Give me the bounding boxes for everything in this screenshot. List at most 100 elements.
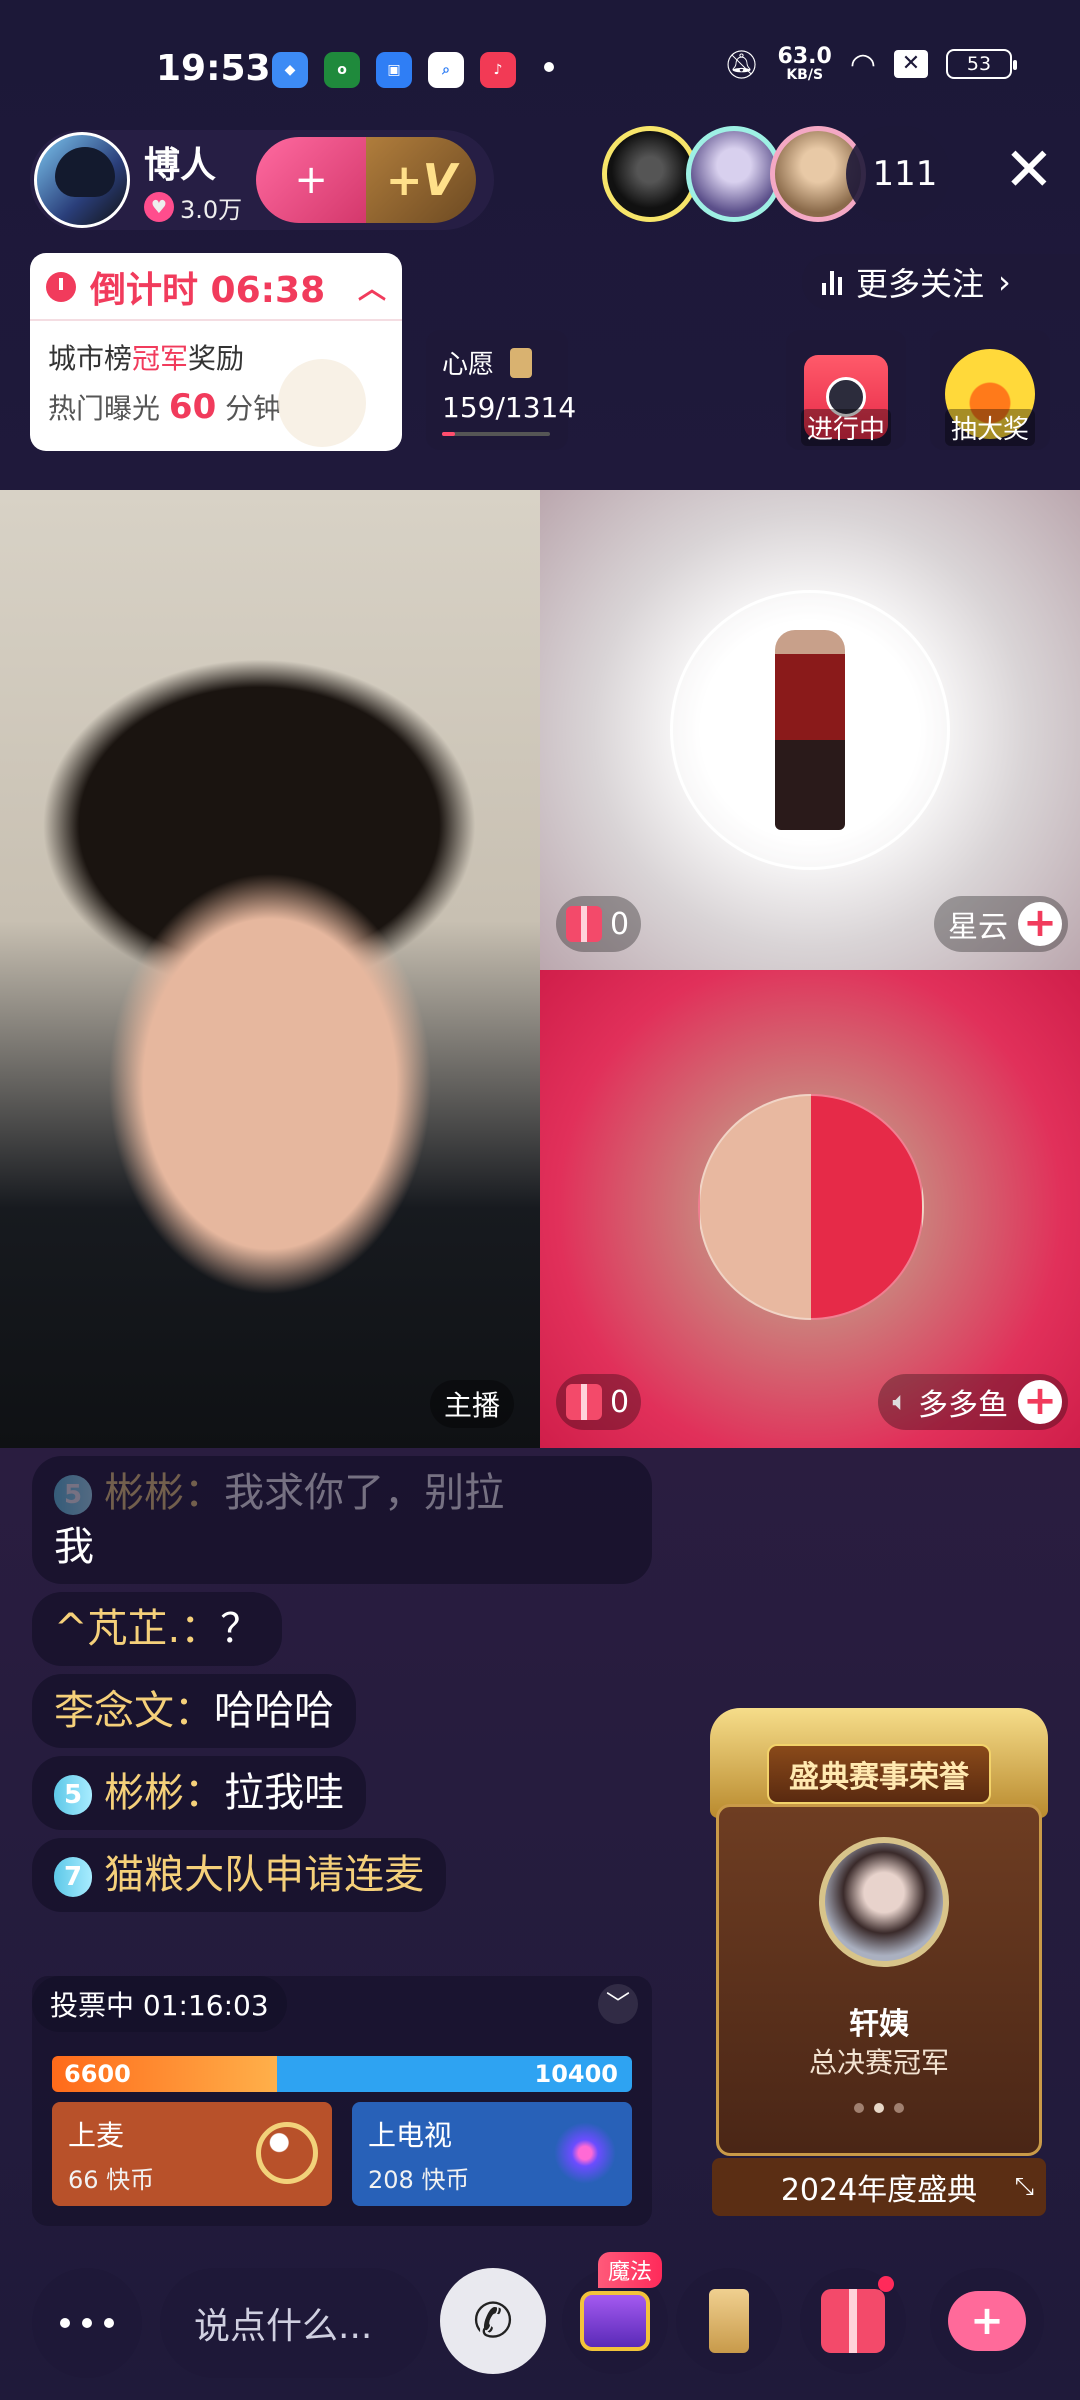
host-video[interactable] bbox=[0, 490, 540, 1448]
diamond-ring-icon bbox=[256, 2122, 318, 2184]
bird-app-icon: ◆ bbox=[272, 52, 308, 88]
guest1-avatar[interactable] bbox=[699, 619, 921, 841]
chat-text: 拉我哇 bbox=[224, 1770, 345, 1816]
more-follow-button[interactable]: 更多关注 › bbox=[802, 254, 1080, 310]
vote-option-mic[interactable]: 上麦 66 快币 bbox=[52, 2102, 332, 2206]
viewer-count[interactable]: 111 bbox=[846, 126, 950, 222]
viewer-avatar[interactable] bbox=[686, 126, 782, 222]
like-button[interactable]: + bbox=[930, 2268, 1044, 2374]
host-fans-count: 3.0万 bbox=[180, 195, 243, 224]
vote-right-value: 10400 bbox=[534, 2060, 619, 2088]
chat-username[interactable]: ^芃芷.： bbox=[54, 1606, 220, 1652]
network-speed-unit: KB/S bbox=[786, 67, 824, 83]
chat-message: 李念文：哈哈哈 bbox=[32, 1674, 356, 1748]
network-speed-value: 63.0 bbox=[777, 44, 832, 69]
vote-option-tv[interactable]: 上电视 208 快币 bbox=[352, 2102, 632, 2206]
chat-username[interactable]: 彬彬： bbox=[104, 1770, 224, 1816]
call-button[interactable]: ✆ bbox=[440, 2268, 546, 2374]
chat-text: 哈哈哈 bbox=[214, 1688, 334, 1734]
countdown-title: 倒计时 06:38 bbox=[90, 270, 326, 311]
guest1-figure bbox=[775, 630, 845, 830]
viewer-list[interactable]: 111 bbox=[602, 126, 950, 222]
notification-dot bbox=[544, 62, 554, 72]
collapse-icon[interactable]: ⤡ bbox=[1015, 2172, 1034, 2200]
chevron-up-icon[interactable]: ︿ bbox=[358, 267, 386, 307]
guest1-gift-count[interactable]: 0 bbox=[556, 896, 642, 952]
reward-prefix: 城市榜 bbox=[48, 342, 133, 375]
store-app-icon: ▣ bbox=[376, 52, 412, 88]
guest-video-2[interactable]: 0 🔈︎ 多多鱼 + bbox=[540, 970, 1080, 1448]
mute-bell-icon: 🔕︎ bbox=[723, 47, 760, 81]
follow-button[interactable]: + bbox=[256, 137, 367, 223]
carousel-dot[interactable] bbox=[854, 2103, 864, 2113]
vip-label: +V bbox=[385, 154, 457, 206]
search-app-icon: ⌕ bbox=[428, 52, 464, 88]
carousel-dots bbox=[719, 2103, 1039, 2113]
reward-suffix: 奖励 bbox=[188, 342, 245, 375]
viewer-avatar[interactable] bbox=[602, 126, 698, 222]
chevron-down-icon[interactable]: ﹀ bbox=[598, 1984, 638, 2024]
gift-button[interactable] bbox=[800, 2268, 906, 2374]
add-guest1-button[interactable]: + bbox=[1018, 902, 1062, 946]
wish-progress-fill bbox=[442, 432, 456, 436]
activity-in-progress-button[interactable]: 进行中 bbox=[786, 330, 906, 450]
scroll-icon bbox=[510, 347, 533, 378]
chat-list[interactable]: 5 彬彬：我求你了，别拉 我 ^芃芷.：？ 李念文：哈哈哈 5 彬彬：拉我哇 7 猫粮… bbox=[32, 1456, 652, 1920]
guest-video-1[interactable]: 0 星云 + bbox=[540, 490, 1080, 970]
level-badge: 7 bbox=[54, 1857, 93, 1897]
wish-label: 心愿 bbox=[442, 350, 495, 380]
level-badge: 5 bbox=[54, 1475, 93, 1515]
guest2-name-chip[interactable]: 🔈︎ 多多鱼 + bbox=[878, 1374, 1068, 1430]
chat-username[interactable]: 彬彬： bbox=[104, 1470, 224, 1516]
honor-subtitle: 总决赛冠军 bbox=[808, 2046, 949, 2079]
phone-icon: ✆ bbox=[472, 2293, 514, 2349]
more-follow-label: 更多关注 bbox=[856, 265, 985, 303]
lottery-button[interactable]: 抽大奖 bbox=[930, 330, 1050, 450]
heart-icon: ♥ bbox=[144, 192, 174, 222]
add-guest2-button[interactable]: + bbox=[1018, 1380, 1062, 1424]
scroll-button[interactable] bbox=[676, 2268, 782, 2374]
chat-username[interactable]: 李念文： bbox=[54, 1688, 214, 1734]
gift-icon bbox=[566, 1384, 602, 1420]
more-options-button[interactable] bbox=[32, 2268, 142, 2378]
comment-input[interactable]: 说点什么... bbox=[160, 2268, 428, 2378]
treasure-chest-icon bbox=[580, 2291, 650, 2351]
music-app-icon: ♪ bbox=[480, 52, 516, 88]
host-fans: ♥ 3.0万 bbox=[144, 190, 242, 225]
close-icon[interactable]: ✕ bbox=[1004, 140, 1054, 200]
vip-button[interactable]: +V bbox=[366, 137, 477, 223]
vote-panel: 投票中 01:16:03 ﹀ 6600 10400 上麦 66 快币 上电视 2… bbox=[32, 1976, 652, 2226]
reward-highlight: 冠军 bbox=[132, 342, 189, 375]
exposure-number: 60 bbox=[168, 387, 217, 427]
wish-widget[interactable]: 心愿 159/1314 bbox=[426, 330, 576, 450]
close-box-icon: ✕ bbox=[894, 50, 928, 78]
honor-crown: 盛典赛事荣誉 bbox=[710, 1708, 1048, 1818]
bars-icon bbox=[822, 269, 842, 295]
countdown-card[interactable]: 倒计时 06:38 ︿ 城市榜冠军奖励 热门曝光 60 分钟 bbox=[30, 253, 402, 451]
guest2-gift-count[interactable]: 0 bbox=[556, 1374, 642, 1430]
honor-footer[interactable]: 2024年度盛典 ⤡ bbox=[712, 2158, 1046, 2216]
magic-chest-button[interactable]: 魔法 bbox=[562, 2252, 668, 2374]
carousel-dot[interactable] bbox=[874, 2103, 884, 2113]
wish-progress bbox=[442, 432, 550, 436]
speaker-mute-icon: 🔈︎ bbox=[892, 1386, 908, 1417]
chat-message: ^芃芷.：？ bbox=[32, 1592, 283, 1666]
carousel-dot[interactable] bbox=[894, 2103, 904, 2113]
chat-username[interactable]: 猫粮大队申请连麦 bbox=[104, 1852, 424, 1898]
vote-right-bar: 10400 bbox=[277, 2056, 632, 2092]
host-card[interactable]: 博人 ♥ 3.0万 + +V bbox=[30, 130, 494, 230]
status-bar: 19:53 ◆ o ▣ ⌕ ♪ 🔕︎ 63.0 KB/S ◠ ✕ 53 bbox=[0, 0, 1080, 140]
guest2-name: 多多鱼 bbox=[918, 1388, 1008, 1423]
battery-icon: 53 bbox=[946, 49, 1017, 79]
oppo-app-icon: o bbox=[324, 52, 360, 88]
chat-text: 我求你了，别拉 bbox=[224, 1470, 505, 1516]
guest1-name-chip[interactable]: 星云 + bbox=[934, 896, 1068, 952]
guest2-avatar[interactable] bbox=[698, 1094, 924, 1320]
honor-avatar[interactable] bbox=[819, 1837, 949, 1967]
honor-title: 盛典赛事荣誉 bbox=[767, 1744, 991, 1804]
heart-plus-icon: + bbox=[948, 2291, 1026, 2351]
host-avatar[interactable] bbox=[34, 132, 130, 228]
honor-card[interactable]: 盛典赛事荣誉 轩姨 总决赛冠军 bbox=[710, 1708, 1048, 2158]
activity-label: 进行中 bbox=[800, 409, 891, 446]
vote-left-value: 6600 bbox=[64, 2060, 131, 2088]
